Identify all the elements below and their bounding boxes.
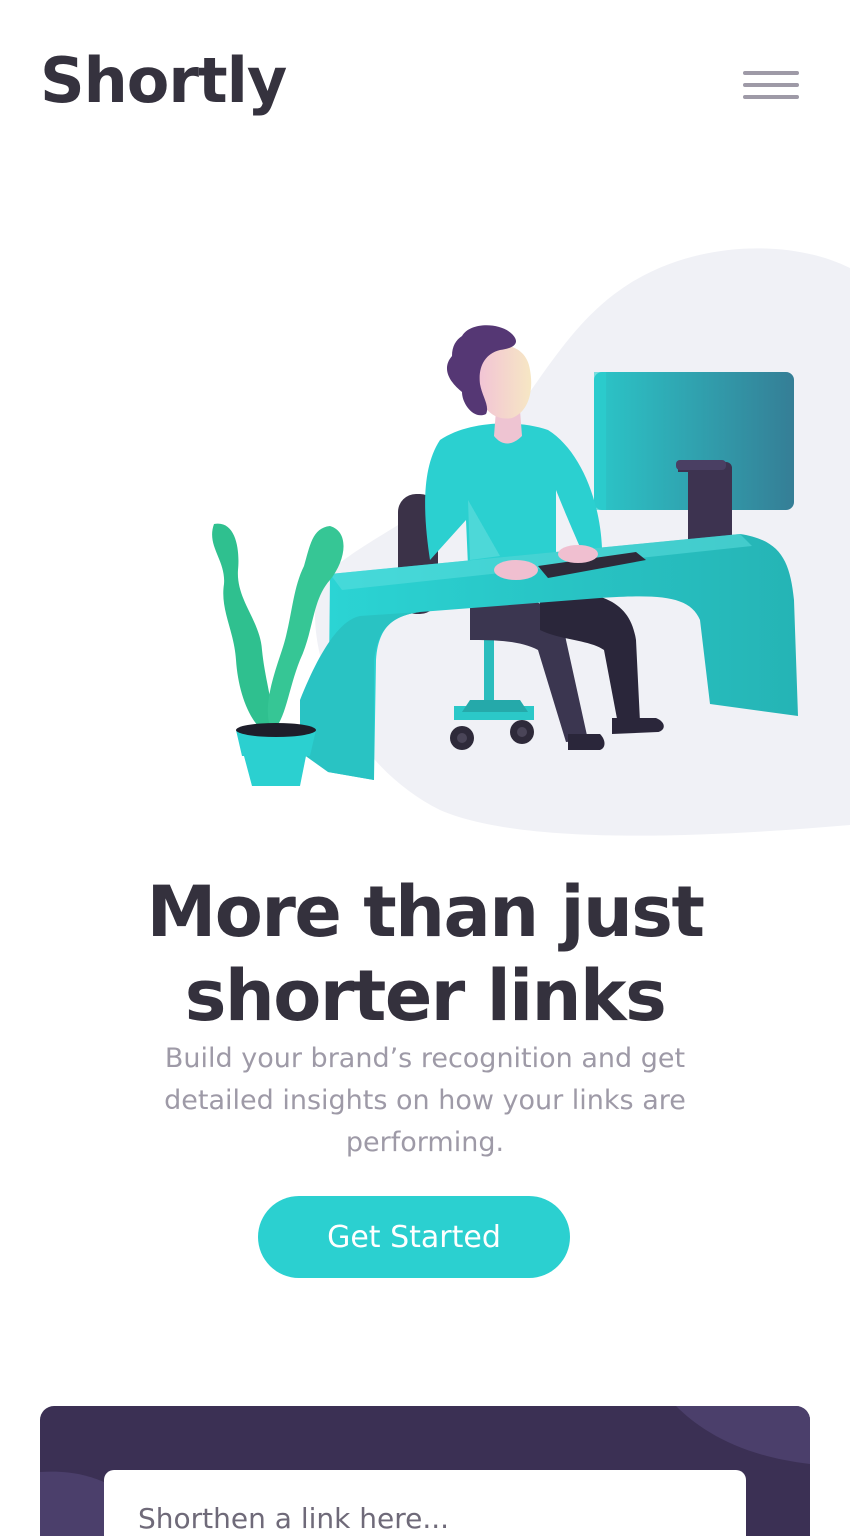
page: Shortly More than just shorter links Bui… bbox=[0, 0, 850, 1536]
shorten-link-input[interactable] bbox=[104, 1470, 746, 1536]
menu-bar-middle bbox=[743, 83, 799, 87]
site-header: Shortly bbox=[0, 0, 850, 170]
menu-bar-bottom bbox=[743, 95, 799, 99]
hero-title: More than just shorter links bbox=[146, 871, 705, 1037]
hamburger-menu-icon[interactable] bbox=[743, 69, 799, 103]
hero-subtitle: Build your brand’s recognition and get d… bbox=[164, 1043, 686, 1158]
shortly-logo[interactable]: Shortly bbox=[40, 50, 287, 112]
get-started-button[interactable]: Get Started bbox=[258, 1196, 570, 1278]
shorten-link-panel bbox=[40, 1406, 810, 1536]
person-working-illustration bbox=[212, 248, 850, 836]
menu-bar-top bbox=[743, 71, 799, 75]
